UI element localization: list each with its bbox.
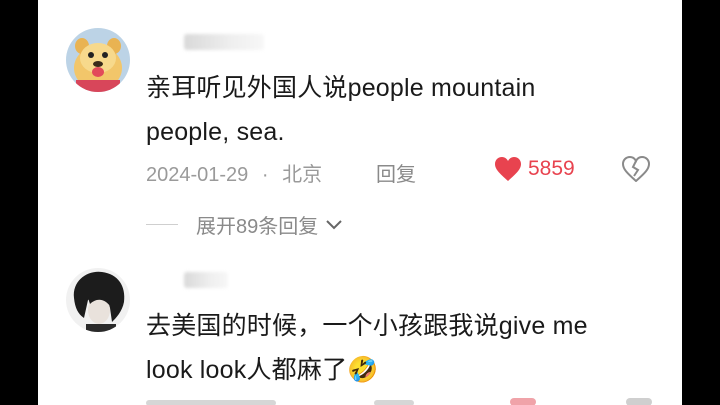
comment-text-line: people, sea. bbox=[146, 118, 285, 146]
comment-text: 去美国的时候，一个小孩跟我说give me look look人都麻了🤣 bbox=[146, 304, 646, 392]
like-count: 5859 bbox=[528, 157, 575, 180]
expand-replies[interactable]: 展开89条回复 bbox=[146, 210, 344, 239]
comment-meta-cutoff bbox=[146, 396, 682, 405]
broken-heart-icon bbox=[621, 155, 651, 183]
chevron-down-icon bbox=[326, 219, 342, 229]
username-blurred bbox=[184, 272, 228, 288]
comment-section: 亲耳听见外国人说people mountain people, sea. 202… bbox=[38, 0, 682, 405]
cartoon-character-avatar-icon bbox=[66, 28, 130, 92]
reply-button[interactable]: 回复 bbox=[376, 158, 416, 187]
avatar[interactable] bbox=[66, 268, 130, 332]
dark-hair-portrait-avatar-icon bbox=[66, 268, 130, 332]
username-blurred bbox=[184, 34, 264, 50]
meta-separator: · bbox=[261, 164, 269, 186]
avatar[interactable] bbox=[66, 28, 130, 92]
expand-replies-label: 展开89条回复 bbox=[196, 216, 319, 238]
comment-meta: 2024-01-29 · 北京 bbox=[146, 158, 322, 187]
comment-text-line: 亲耳听见外国人说people mountain bbox=[146, 74, 536, 102]
comment-date: 2024-01-29 bbox=[146, 164, 249, 186]
comment-text-line: look look人都麻了🤣 bbox=[146, 356, 379, 384]
comment-text-line: 去美国的时候，一个小孩跟我说give me bbox=[146, 312, 588, 340]
heart-icon bbox=[495, 157, 521, 181]
like-button[interactable]: 5859 bbox=[494, 156, 575, 182]
comment-location: 北京 bbox=[282, 164, 323, 186]
dislike-button[interactable] bbox=[621, 155, 651, 187]
expand-divider bbox=[146, 224, 178, 225]
comment-text: 亲耳听见外国人说people mountain people, sea. bbox=[146, 66, 646, 154]
